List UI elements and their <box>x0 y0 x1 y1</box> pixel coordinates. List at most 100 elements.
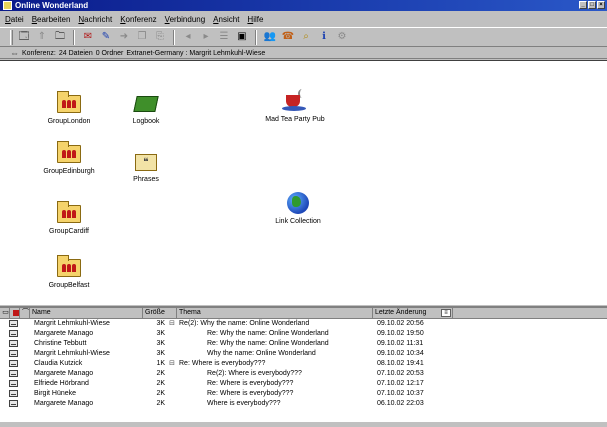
menu-verbindung[interactable]: Verbindung <box>165 15 206 24</box>
envelope-icon <box>9 330 18 337</box>
column-flag-header[interactable] <box>10 308 20 318</box>
message-row[interactable]: Christine Tebbutt 3K Re: Why the name: Onl… <box>0 339 607 349</box>
settings-icon[interactable]: ⚙ <box>335 30 349 44</box>
thread-toggle[interactable] <box>167 369 177 379</box>
link-collection-item[interactable]: Link Collection <box>243 191 353 225</box>
thread-toggle[interactable] <box>167 329 177 339</box>
message-status-cell <box>0 359 30 369</box>
app-icon[interactable] <box>3 1 12 10</box>
message-subject: Re: Why the name: Online Wonderland <box>207 330 329 337</box>
reply-icon[interactable]: ✎ <box>99 30 113 44</box>
close-button[interactable]: × <box>597 1 605 9</box>
menu-bearbeiten[interactable]: Bearbeiten <box>32 15 71 24</box>
column-icon-header[interactable]: ▭ <box>0 308 10 318</box>
column-size-header[interactable]: Größe <box>143 308 177 318</box>
menu-hilfe[interactable]: Hilfe <box>247 15 263 24</box>
thread-toggle[interactable]: ⊟ <box>167 359 177 369</box>
message-row[interactable]: Margarete Manago 3K Re: Why the name: Onli… <box>0 329 607 339</box>
message-status-cell <box>0 349 30 359</box>
message-author: Margarete Manago <box>34 330 94 337</box>
thread-toggle[interactable] <box>167 349 177 359</box>
thread-toggle[interactable] <box>167 389 177 399</box>
horizontal-scrollbar[interactable] <box>0 421 607 427</box>
message-row[interactable]: Birgit Hüneke 2K Re: Where is everybody???… <box>0 389 607 399</box>
column-date-header[interactable]: Letzte Änderung ≡ <box>373 308 453 318</box>
message-status-cell <box>0 329 30 339</box>
message-subject: Re: Where is everybody??? <box>207 380 294 387</box>
message-size: 3K <box>156 330 165 337</box>
search-icon[interactable]: ⌕ <box>299 30 313 44</box>
message-size: 3K <box>156 340 165 347</box>
message-row[interactable]: Margrit Lehmkuhl-Wiese 3K Why the name: On… <box>0 349 607 359</box>
phrases-item[interactable]: ❝ Phrases <box>91 149 201 183</box>
toolbar-separator <box>73 29 75 45</box>
view-icon[interactable]: ▣ <box>235 30 249 44</box>
thread-toggle[interactable]: ⊟ <box>167 319 177 329</box>
info-icon[interactable]: ℹ <box>317 30 331 44</box>
desktop-icon[interactable]: 🗔 <box>17 30 31 44</box>
group-folder-icon <box>55 91 83 115</box>
next-icon[interactable]: ▸ <box>199 30 213 44</box>
column-attachment-header[interactable]: ⌒ <box>20 308 30 318</box>
up-folder-icon[interactable]: ⇑ <box>35 30 49 44</box>
folder-group-belfast[interactable]: GroupBelfast <box>14 255 124 289</box>
message-list: ▭ ⌒ Name Größe Thema Letzte Änderung ≡ M… <box>0 306 607 421</box>
message-row[interactable]: Margarete Manago 2K Where is everybody??? 0… <box>0 399 607 409</box>
menu-konferenz[interactable]: Konferenz <box>120 15 156 24</box>
location-label: Konferenz: <box>22 49 56 57</box>
message-status-cell <box>0 399 30 409</box>
thread-toggle[interactable] <box>167 379 177 389</box>
message-list-header: ▭ ⌒ Name Größe Thema Letzte Änderung ≡ <box>0 308 607 319</box>
previous-icon[interactable]: ◂ <box>181 30 195 44</box>
message-status-cell <box>0 369 30 379</box>
filter-icon[interactable]: ≡ <box>441 309 451 317</box>
minimize-button[interactable]: _ <box>579 1 587 9</box>
column-subject-header[interactable]: Thema <box>177 308 373 318</box>
title-bar[interactable]: Online Wonderland _ □ × <box>0 0 607 11</box>
maximize-button[interactable]: □ <box>588 1 596 9</box>
group-folder-icon <box>55 255 83 279</box>
thread-icon[interactable]: ☰ <box>217 30 231 44</box>
file-count: 24 Dateien <box>58 49 93 57</box>
thread-toggle[interactable] <box>167 399 177 409</box>
message-row[interactable]: Margrit Lehmkuhl-Wiese 3K ⊟ Re(2): Why the … <box>0 319 607 329</box>
conference-icon: ⇔ <box>10 48 19 58</box>
globe-icon <box>284 191 312 215</box>
thread-toggle[interactable] <box>167 339 177 349</box>
folder-count: 0 Ordner <box>95 49 124 57</box>
menu-nachricht[interactable]: Nachricht <box>78 15 112 24</box>
message-subject: Re: Where is everybody??? <box>179 360 266 367</box>
message-row[interactable]: Claudia Kutzick 1K ⊟ Re: Where is everybody… <box>0 359 607 369</box>
users-icon[interactable]: 👥 <box>263 30 277 44</box>
location-bar: ⇔ Konferenz: 24 Dateien 0 Ordner Extrane… <box>0 48 607 59</box>
menu-ansicht[interactable]: Ansicht <box>213 15 239 24</box>
message-size: 1K <box>156 360 165 367</box>
open-icon[interactable]: 🗀 <box>53 30 67 44</box>
forward-icon[interactable]: ➜ <box>117 30 131 44</box>
envelope-icon <box>9 400 18 407</box>
copy-icon[interactable]: ❐ <box>135 30 149 44</box>
folder-group-cardiff[interactable]: GroupCardiff <box>14 201 124 235</box>
column-name-header[interactable]: Name <box>30 308 143 318</box>
group-folder-icon <box>55 141 83 165</box>
chat-icon[interactable]: ☎ <box>281 30 295 44</box>
toolbar-separator <box>173 29 175 45</box>
paperclip-icon: ⌒ <box>22 309 29 316</box>
message-size: 2K <box>156 380 165 387</box>
new-message-icon[interactable]: ✉ <box>81 30 95 44</box>
menu-datei[interactable]: Datei <box>5 15 24 24</box>
phrases-icon: ❝ <box>132 149 160 173</box>
message-row[interactable]: Margarete Manago 2K Re(2): Where is everyb… <box>0 369 607 379</box>
message-date: 09.10.02 11:31 <box>377 340 424 347</box>
mad-tea-party-pub-item[interactable]: Mad Tea Party Pub <box>240 89 350 123</box>
paste-icon[interactable]: ⎘ <box>153 30 167 44</box>
toolbar-grip[interactable] <box>10 29 13 45</box>
message-row[interactable]: Elfriede Hörbrand 2K Re: Where is everybod… <box>0 379 607 389</box>
logbook-item[interactable]: Logbook <box>91 91 201 125</box>
message-author: Christine Tebbutt <box>34 340 87 347</box>
window-controls: _ □ × <box>579 1 605 9</box>
message-date: 09.10.02 20:56 <box>377 320 424 327</box>
envelope-icon <box>9 340 18 347</box>
message-date: 07.10.02 20:53 <box>377 370 424 377</box>
toolbar: 🗔 ⇑ 🗀 ✉ ✎ ➜ ❐ ⎘ ◂ ▸ ☰ ▣ 👥 ☎ ⌕ ℹ ⚙ <box>0 27 607 47</box>
